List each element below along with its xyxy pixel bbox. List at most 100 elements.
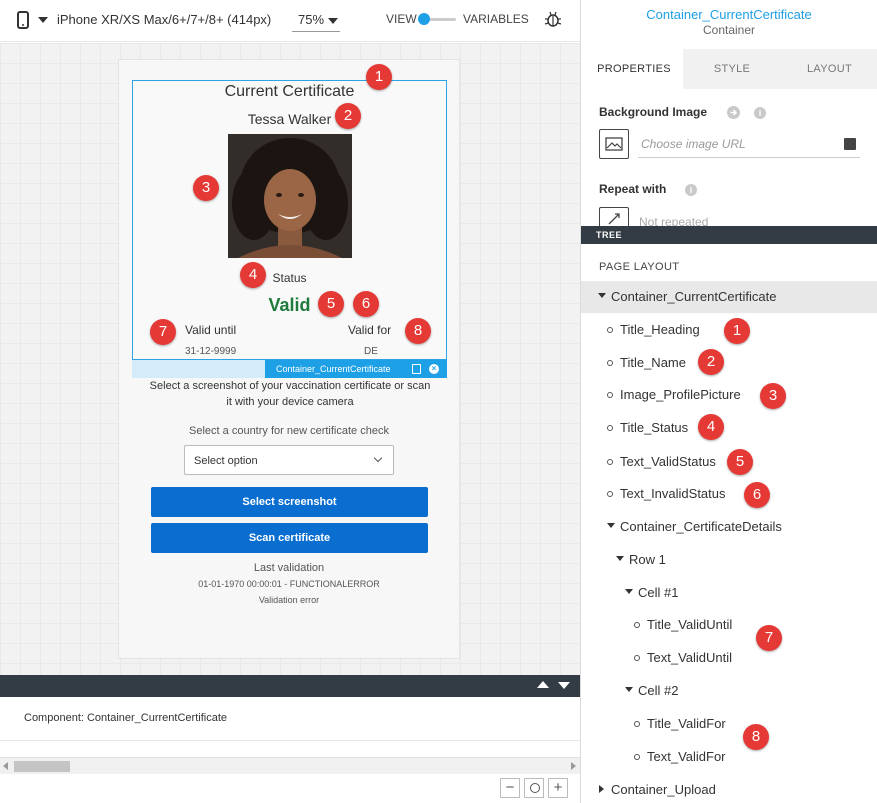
design-canvas[interactable]: Current Certificate Tessa Walker Status … bbox=[0, 43, 580, 675]
image-url-input[interactable]: Choose image URL bbox=[638, 130, 860, 158]
image-gallery-icon[interactable] bbox=[844, 138, 856, 150]
horizontal-scrollbar[interactable] bbox=[0, 757, 580, 774]
caret-down-icon[interactable] bbox=[598, 293, 606, 298]
tree-item-title-valid-until[interactable]: Title_ValidUntil bbox=[581, 609, 877, 641]
selection-bar: Container_CurrentCertificate × bbox=[132, 360, 447, 378]
tree-item-cell-1[interactable]: Cell #1 bbox=[581, 577, 877, 609]
tab-properties[interactable]: PROPERTIES bbox=[585, 49, 683, 89]
title-valid-until[interactable]: Valid until bbox=[185, 323, 236, 337]
tree-marker-2: 2 bbox=[698, 349, 724, 375]
tree-item-label: Row 1 bbox=[629, 552, 666, 567]
image-picker-button[interactable] bbox=[599, 129, 629, 159]
tree-item-container-certificate-details[interactable]: Container_CertificateDetails bbox=[581, 511, 877, 543]
close-icon[interactable]: × bbox=[429, 364, 439, 374]
tree-item-title-status[interactable]: Title_Status 4 bbox=[581, 412, 877, 444]
tree-item-cell-2[interactable]: Cell #2 bbox=[581, 675, 877, 707]
tab-style[interactable]: STYLE bbox=[683, 49, 781, 89]
toolbar: iPhone XR/XS Max/6+/7+/8+ (414px) 75% VI… bbox=[0, 0, 580, 42]
caret-right-icon[interactable] bbox=[599, 785, 604, 793]
tree-item-label: Text_InvalidStatus bbox=[620, 486, 726, 501]
caret-down-icon[interactable] bbox=[616, 556, 624, 561]
tree-marker-6: 6 bbox=[744, 482, 770, 508]
country-select-label: Select a country for new certificate che… bbox=[189, 425, 389, 437]
tree-item-text-valid-for[interactable]: Text_ValidFor bbox=[581, 741, 877, 773]
tree-item-label: Container_CurrentCertificate bbox=[611, 289, 777, 304]
component-label: Component: Container_CurrentCertificate bbox=[24, 712, 227, 724]
tree-item-title-name[interactable]: Title_Name 2 bbox=[581, 347, 877, 379]
zoom-in-button[interactable]: + bbox=[548, 778, 568, 798]
tree-item-label: Container_Upload bbox=[611, 782, 716, 797]
bullet-icon bbox=[634, 754, 640, 760]
image-profile-picture[interactable] bbox=[228, 134, 352, 258]
tree-marker-7: 7 bbox=[756, 625, 782, 651]
country-select[interactable]: Select option bbox=[184, 445, 394, 475]
text-valid-for[interactable]: DE bbox=[364, 346, 378, 357]
repeat-picker-button[interactable] bbox=[599, 207, 629, 227]
tree-item-row-1[interactable]: Row 1 bbox=[581, 544, 877, 576]
info-icon[interactable]: i bbox=[754, 107, 766, 119]
device-selector[interactable]: iPhone XR/XS Max/6+/7+/8+ (414px) bbox=[57, 12, 271, 27]
text-valid-status[interactable]: Valid bbox=[133, 295, 446, 316]
selected-element-title[interactable]: Container_CurrentCertificate bbox=[581, 7, 877, 22]
phone-screen[interactable]: Current Certificate Tessa Walker Status … bbox=[118, 59, 460, 659]
copy-icon[interactable] bbox=[412, 364, 421, 374]
collapse-down-icon[interactable] bbox=[558, 682, 570, 689]
title-heading[interactable]: Current Certificate bbox=[133, 83, 446, 101]
tree-item-label: Title_Name bbox=[620, 355, 686, 370]
debug-bug-icon[interactable] bbox=[544, 10, 562, 28]
validation-error-text: Validation error bbox=[258, 595, 320, 605]
zoom-reset-icon bbox=[530, 783, 540, 793]
marker-7: 7 bbox=[150, 319, 176, 345]
right-panel: Container_CurrentCertificate Container P… bbox=[580, 0, 877, 803]
repeat-with-label: Repeat with bbox=[599, 182, 667, 196]
tree-item-label: Text_ValidStatus bbox=[620, 454, 716, 469]
caret-down-icon[interactable] bbox=[625, 589, 633, 594]
arrow-right-icon[interactable] bbox=[727, 106, 740, 119]
tree-item-label: Cell #1 bbox=[638, 585, 679, 600]
tree-item-text-valid-until[interactable]: Text_ValidUntil bbox=[581, 642, 877, 674]
text-valid-until[interactable]: 31-12-9999 bbox=[185, 346, 236, 357]
expand-up-icon[interactable] bbox=[537, 681, 549, 688]
view-variables-toggle[interactable] bbox=[418, 13, 456, 27]
profile-photo-illustration bbox=[228, 134, 352, 258]
title-name[interactable]: Tessa Walker bbox=[133, 111, 446, 127]
scroll-right-icon[interactable] bbox=[571, 762, 576, 770]
container-current-certificate[interactable]: Current Certificate Tessa Walker Status … bbox=[132, 80, 447, 360]
scroll-thumb[interactable] bbox=[14, 761, 70, 772]
marker-2: 2 bbox=[335, 103, 361, 129]
tree-item-text-valid-status[interactable]: Text_ValidStatus 5 bbox=[581, 446, 877, 478]
bullet-icon bbox=[634, 622, 640, 628]
marker-8: 8 bbox=[405, 318, 431, 344]
caret-down-icon[interactable] bbox=[607, 523, 615, 528]
zoom-out-button[interactable]: − bbox=[500, 778, 520, 798]
tree-item-container-current-certificate[interactable]: Container_CurrentCertificate bbox=[581, 281, 877, 313]
tree-item-title-valid-for[interactable]: Title_ValidFor bbox=[581, 708, 877, 740]
selection-tag[interactable]: Container_CurrentCertificate × bbox=[265, 360, 447, 378]
tree-item-image-profile-picture[interactable]: Image_ProfilePicture 3 bbox=[581, 379, 877, 411]
tree-marker-1: 1 bbox=[724, 318, 750, 344]
country-select-value: Select option bbox=[194, 455, 258, 467]
tree-item-text-invalid-status[interactable]: Text_InvalidStatus 6 bbox=[581, 478, 877, 510]
toggle-knob[interactable] bbox=[418, 13, 430, 25]
scan-certificate-button[interactable]: Scan certificate bbox=[151, 523, 428, 553]
last-validation-label: Last validation bbox=[253, 562, 325, 574]
caret-down-icon[interactable] bbox=[625, 687, 633, 692]
chevron-down-icon bbox=[373, 453, 383, 463]
selection-tag-label: Container_CurrentCertificate bbox=[276, 364, 391, 374]
bullet-icon bbox=[607, 392, 613, 398]
tree-item-label: Title_Heading bbox=[620, 322, 700, 337]
zoom-reset-button[interactable] bbox=[524, 778, 544, 798]
select-screenshot-button[interactable]: Select screenshot bbox=[151, 487, 428, 517]
tab-layout[interactable]: LAYOUT bbox=[781, 49, 877, 89]
title-status[interactable]: Status bbox=[133, 271, 446, 285]
title-valid-for[interactable]: Valid for bbox=[348, 323, 391, 337]
tree-item-title-heading[interactable]: Title_Heading 1 bbox=[581, 314, 877, 346]
device-dropdown-caret-icon[interactable] bbox=[38, 17, 48, 23]
phone-icon[interactable] bbox=[17, 11, 29, 29]
zoom-dropdown[interactable]: 75% bbox=[292, 12, 340, 32]
bullet-icon bbox=[607, 425, 613, 431]
divider bbox=[0, 740, 580, 741]
tree-item-container-upload[interactable]: Container_Upload bbox=[581, 774, 877, 803]
info-icon[interactable]: i bbox=[685, 184, 697, 196]
scroll-left-icon[interactable] bbox=[3, 762, 8, 770]
